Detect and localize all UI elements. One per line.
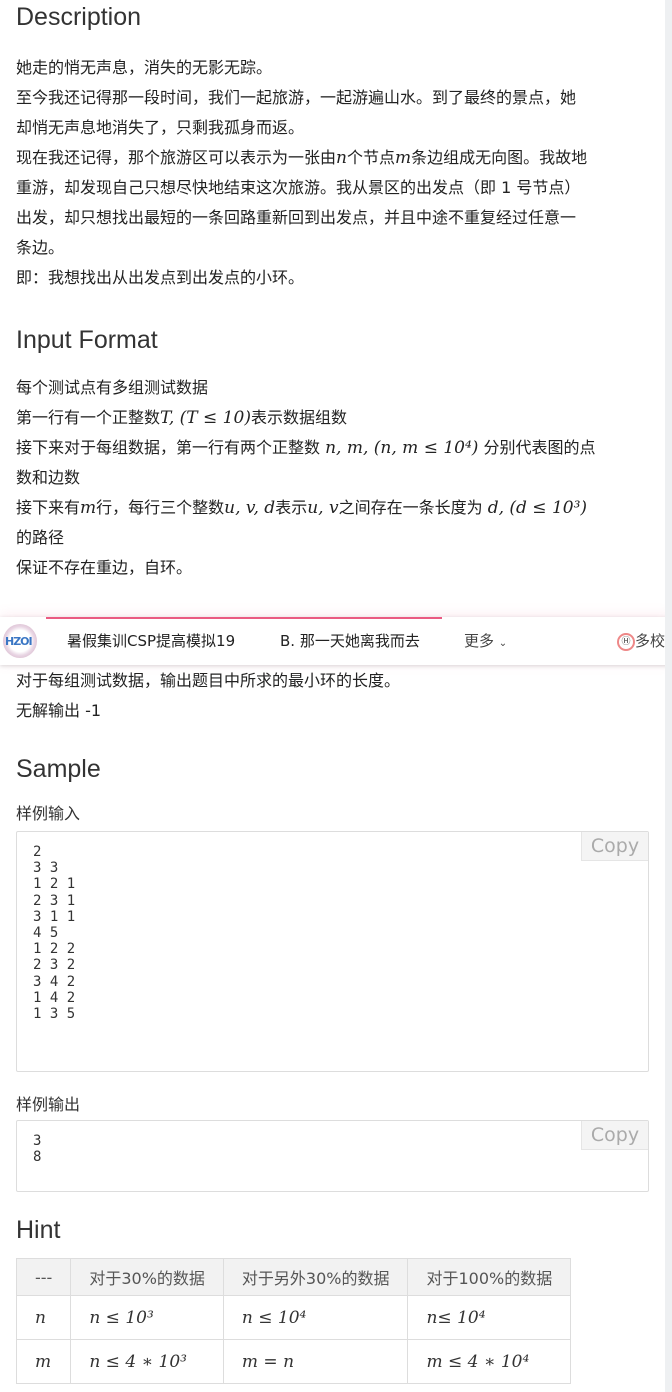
table-cell: m ≤ 4 ∗ 10⁴ (407, 1339, 572, 1384)
text-segment: 的路径 (16, 528, 65, 547)
text-segment: 个节点 (346, 148, 395, 167)
text-segment: 出发，却只想找出最短的一条回路重新回到出发点，并且中途不重复经过任意一 (16, 208, 577, 227)
text-line: 保证不存在重边，自环。 (16, 553, 646, 583)
table-cell: n ≤ 10⁴ (222, 1295, 409, 1340)
text-line: 即：我想找出从出发点到出发点的小环。 (16, 263, 646, 293)
table-row: n n ≤ 10³ n ≤ 10⁴ n≤ 10⁴ (15, 1295, 572, 1340)
table-header: 对于30%的数据 (70, 1258, 224, 1296)
text-line: 至今我还记得那一段时间，我们一起旅游，一起游遍山水。到了最终的景点，她 (16, 83, 646, 113)
sample-input-code: 2 3 3 1 2 1 2 3 1 3 1 1 4 5 1 2 2 2 3 2 … (33, 844, 76, 1023)
nav-school-link[interactable]: Ⓗ 多校 (617, 617, 665, 665)
sample-output-box: 3 8 Copy (16, 1120, 649, 1192)
text-line: 对于每组测试数据，输出题目中所求的最小环的长度。 (16, 666, 646, 696)
math-expression: u, v, d (224, 498, 276, 518)
text-segment: 现在我还记得，那个旅游区可以表示为一张由 (16, 148, 337, 167)
nav-more-dropdown[interactable]: 更多 ⌄ (464, 617, 507, 665)
text-segment: 却悄无声息地消失了，只剩我孤身而返。 (16, 118, 305, 137)
text-segment: 无解输出 -1 (16, 701, 102, 720)
table-header-row: --- 对于30%的数据 对于另外30%的数据 对于100%的数据 (15, 1258, 572, 1296)
sample-input-label: 样例输入 (16, 804, 81, 823)
text-line: 接下来有m行，每行三个整数u, v, d表示u, v之间存在一条长度为 d, (… (16, 493, 646, 523)
text-segment: 每个测试点有多组测试数据 (16, 378, 209, 397)
text-segment: 条边组成无向图。我故地 (411, 148, 588, 167)
top-navbar: HZOI 暑假集训CSP提高模拟19 B. 那一天她离我而去 更多 ⌄ Ⓗ 多校 (0, 617, 672, 665)
input-format-heading: Input Format (16, 326, 158, 354)
hint-heading: Hint (16, 1216, 61, 1244)
table-cell: m = n (222, 1339, 409, 1384)
table-header: 对于100%的数据 (407, 1258, 572, 1296)
text-segment: 第一行有一个正整数 (16, 408, 161, 427)
description-heading: Description (16, 3, 142, 31)
text-segment: 她走的悄无声息，消失的无影无踪。 (16, 58, 273, 77)
chevron-down-icon: ⌄ (498, 638, 508, 649)
nav-problem-link[interactable]: B. 那一天她离我而去 (280, 617, 420, 665)
text-line: 第一行有一个正整数T, (T ≤ 10)表示数据组数 (16, 403, 646, 433)
text-segment: 对于每组测试数据，输出题目中所求的最小环的长度。 (16, 671, 401, 690)
text-line: 每个测试点有多组测试数据 (16, 373, 646, 403)
nav-contest-link[interactable]: 暑假集训CSP提高模拟19 (67, 617, 235, 665)
text-segment: 表示数据组数 (250, 408, 347, 427)
math-expression: m (80, 498, 97, 518)
sample-output-label: 样例输出 (16, 1095, 81, 1114)
sample-input-box: 2 3 3 1 2 1 2 3 1 3 1 1 4 5 1 2 2 2 3 2 … (16, 831, 649, 1072)
table-cell: m (15, 1339, 72, 1384)
description-text: 她走的悄无声息，消失的无影无踪。至今我还记得那一段时间，我们一起旅游，一起游遍山… (16, 53, 646, 293)
nav-more-label: 更多 (464, 632, 495, 650)
copy-output-button[interactable]: Copy (581, 1121, 648, 1150)
logo-text: HZOI (5, 635, 33, 648)
table-row: m n ≤ 4 ∗ 10³ m = n m ≤ 4 ∗ 10⁴ (15, 1339, 572, 1384)
text-segment: 重游，却发现自己只想尽快地结束这次旅游。我从景区的出发点（即 1 号节点） (16, 178, 581, 197)
sample-output-code: 3 8 (33, 1133, 42, 1166)
text-segment: 即：我想找出从出发点到出发点的小环。 (16, 268, 305, 287)
school-logo-icon: Ⓗ (617, 632, 635, 651)
input-format-text: 每个测试点有多组测试数据 第一行有一个正整数T, (T ≤ 10)表示数据组数 接下… (16, 373, 646, 583)
output-format-text: 对于每组测试数据，输出题目中所求的最小环的长度。 无解输出 -1 (16, 666, 646, 726)
text-line: 现在我还记得，那个旅游区可以表示为一张由n个节点m条边组成无向图。我故地 (16, 143, 646, 173)
text-segment: 保证不存在重边，自环。 (16, 558, 193, 577)
text-line: 却悄无声息地消失了，只剩我孤身而返。 (16, 113, 646, 143)
text-segment: 行，每行三个整数 (96, 498, 225, 517)
hint-table: --- 对于30%的数据 对于另外30%的数据 对于100%的数据 n n ≤ … (15, 1258, 572, 1384)
math-expression: T, (T ≤ 10) (160, 408, 251, 428)
text-line: 无解输出 -1 (16, 696, 646, 726)
table-cell: n ≤ 10³ (70, 1295, 224, 1340)
table-cell: n ≤ 4 ∗ 10³ (70, 1339, 224, 1384)
text-segment: 条边。 (16, 238, 65, 257)
table-cell: n≤ 10⁴ (407, 1295, 572, 1340)
text-line: 数和边数 (16, 463, 646, 493)
site-logo[interactable]: HZOI (3, 624, 37, 658)
text-line: 接下来对于每组数据，第一行有两个正整数 n, m, (n, m ≤ 10⁴) 分… (16, 433, 646, 463)
table-cell: n (15, 1295, 72, 1340)
text-segment: 至今我还记得那一段时间，我们一起旅游，一起游遍山水。到了最终的景点，她 (16, 88, 577, 107)
text-line: 出发，却只想找出最短的一条回路重新回到出发点，并且中途不重复经过任意一 (16, 203, 646, 233)
text-segment: 表示 (275, 498, 308, 517)
math-expression: m (394, 148, 412, 168)
text-line: 条边。 (16, 233, 646, 263)
text-line: 重游，却发现自己只想尽快地结束这次旅游。我从景区的出发点（即 1 号节点） (16, 173, 646, 203)
math-expression: d, (d ≤ 10³) (487, 498, 588, 518)
nav-school-label: 多校 (635, 632, 666, 650)
text-segment: 之间存在一条长度为 (338, 498, 488, 517)
table-header: 对于另外30%的数据 (222, 1258, 409, 1296)
math-expression: u, v (307, 498, 339, 518)
scrollbar[interactable] (665, 0, 672, 1392)
text-line: 她走的悄无声息，消失的无影无踪。 (16, 53, 646, 83)
math-expression: n (336, 148, 347, 168)
text-segment: 数和边数 (16, 468, 81, 487)
text-segment: 接下来有 (16, 498, 81, 517)
text-line: 的路径 (16, 523, 646, 553)
text-segment: 接下来对于每组数据，第一行有两个正整数 (16, 438, 326, 457)
table-header: --- (15, 1258, 72, 1296)
sample-heading: Sample (16, 755, 101, 783)
math-expression: n, m, (n, m ≤ 10⁴) (325, 438, 479, 458)
copy-input-button[interactable]: Copy (581, 832, 648, 861)
text-segment: 分别代表图的点 (478, 438, 596, 457)
